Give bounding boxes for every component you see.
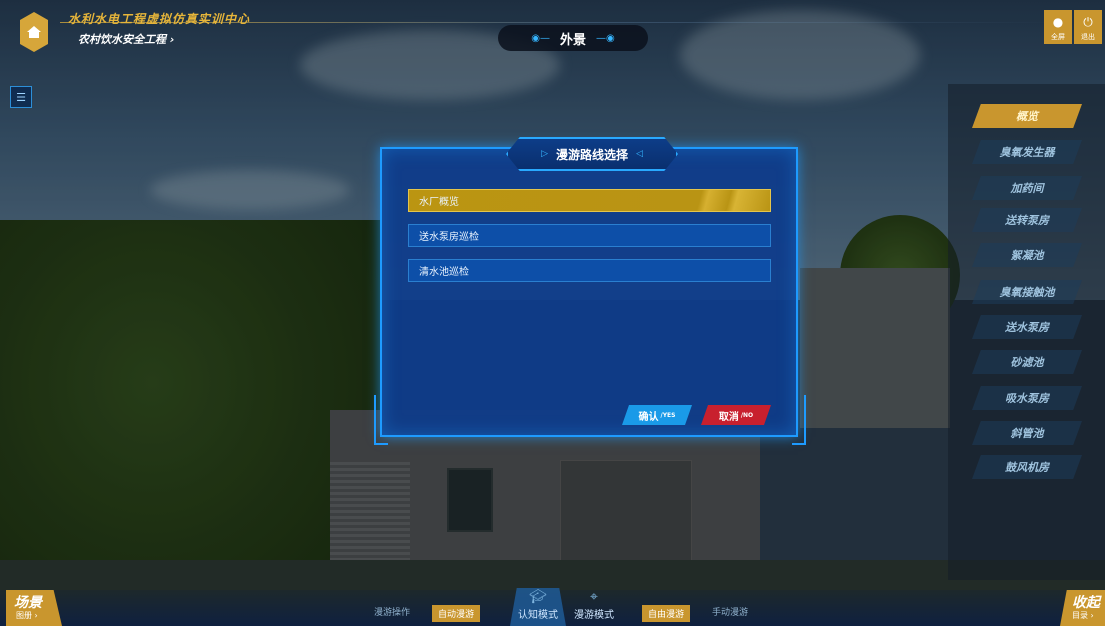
arrow-right-icon: —◉ [596, 32, 615, 44]
exit-label: 退出 [1081, 33, 1095, 41]
mode-cognition[interactable]: 🎓︎ 认知模式 [510, 588, 566, 626]
play-icon: ▷ [541, 149, 548, 159]
right-menu-item[interactable]: 送转泵房 [972, 208, 1082, 232]
right-menu-item[interactable]: 送水泵房 [972, 315, 1082, 339]
fullscreen-label: 全屏 [1051, 33, 1065, 41]
right-menu-item[interactable]: 臭氧接触池 [972, 280, 1082, 304]
nav-manual-roam[interactable]: 手动漫游 [712, 605, 748, 618]
scene-album-sub: 图册 › [16, 611, 38, 620]
right-menu-item[interactable]: 吸水泵房 [972, 386, 1082, 410]
exit-button[interactable]: ⏻ 退出 [1074, 10, 1102, 44]
nav-auto-roam[interactable]: 自动漫游 [432, 605, 481, 622]
right-menu-item[interactable]: 概览 [972, 104, 1082, 128]
person-icon: ● [1052, 15, 1064, 29]
nav-roam-operation[interactable]: 漫游操作 [374, 605, 410, 618]
mode-roam-label: 漫游模式 [574, 610, 614, 621]
dialog-frame-decoration [374, 395, 388, 445]
cancel-button[interactable]: 取消/NO [701, 405, 771, 425]
menu-icon: ☰ [16, 90, 26, 104]
route-option-label: 送水泵房巡检 [419, 232, 479, 243]
right-menu-item[interactable]: 鼓风机房 [972, 455, 1082, 479]
scene-album-label: 场景 [14, 595, 42, 611]
cancel-label: 取消 [718, 411, 739, 423]
mode-cognition-label: 认知模式 [518, 610, 558, 621]
route-option-label: 水厂概览 [419, 197, 459, 208]
dialog-frame-decoration [792, 395, 806, 445]
home-icon [27, 26, 41, 38]
app-title: 水利水电工程虚拟仿真实训中心 [68, 12, 251, 26]
cancel-sublabel: /NO [740, 411, 754, 419]
route-option[interactable]: 送水泵房巡检 [408, 224, 771, 247]
scene-label: 外景 [559, 32, 586, 48]
route-option[interactable]: 水厂概览 [408, 189, 771, 212]
route-option-label: 清水池巡检 [419, 267, 469, 278]
arrow-left-icon: ◉— [531, 32, 550, 44]
collapse-label: 收起 [1072, 595, 1100, 611]
confirm-label: 确认 [638, 411, 659, 423]
right-menu-item[interactable]: 斜管池 [972, 421, 1082, 445]
route-option[interactable]: 清水池巡检 [408, 259, 771, 282]
scene-album-button[interactable]: 场景 图册 › [6, 590, 62, 626]
dialog-title: 漫游路线选择 [555, 147, 628, 162]
collapse-sub: 目录 › [1072, 611, 1094, 620]
right-menu-item[interactable]: 臭氧发生器 [972, 140, 1082, 164]
menu-toggle-button[interactable]: ☰ [10, 86, 32, 108]
rewind-icon: ◁ [636, 149, 643, 159]
dialog-header: ▷ 漫游路线选择 ◁ [506, 137, 678, 171]
mode-roam[interactable]: ⌖ 漫游模式 [566, 588, 622, 626]
nav-free-roam[interactable]: 自由漫游 [642, 605, 691, 622]
right-menu-item[interactable]: 加药间 [972, 176, 1082, 200]
confirm-button[interactable]: 确认/YES [622, 405, 692, 425]
home-button[interactable] [20, 12, 48, 52]
location-pin-icon: ⌖ [590, 589, 598, 605]
graduation-cap-icon: 🎓︎ [529, 589, 547, 605]
right-menu-item[interactable]: 絮凝池 [972, 243, 1082, 267]
power-icon: ⏻ [1083, 15, 1093, 29]
collapse-button[interactable]: 收起 目录 › [1060, 590, 1105, 626]
project-breadcrumb[interactable]: 农村饮水安全工程 › [78, 31, 174, 47]
scene-title: ◉— 外景 —◉ [498, 25, 648, 51]
right-menu-item[interactable]: 砂滤池 [972, 350, 1082, 374]
confirm-sublabel: /YES [660, 411, 676, 419]
fullscreen-button[interactable]: ● 全屏 [1044, 10, 1072, 44]
